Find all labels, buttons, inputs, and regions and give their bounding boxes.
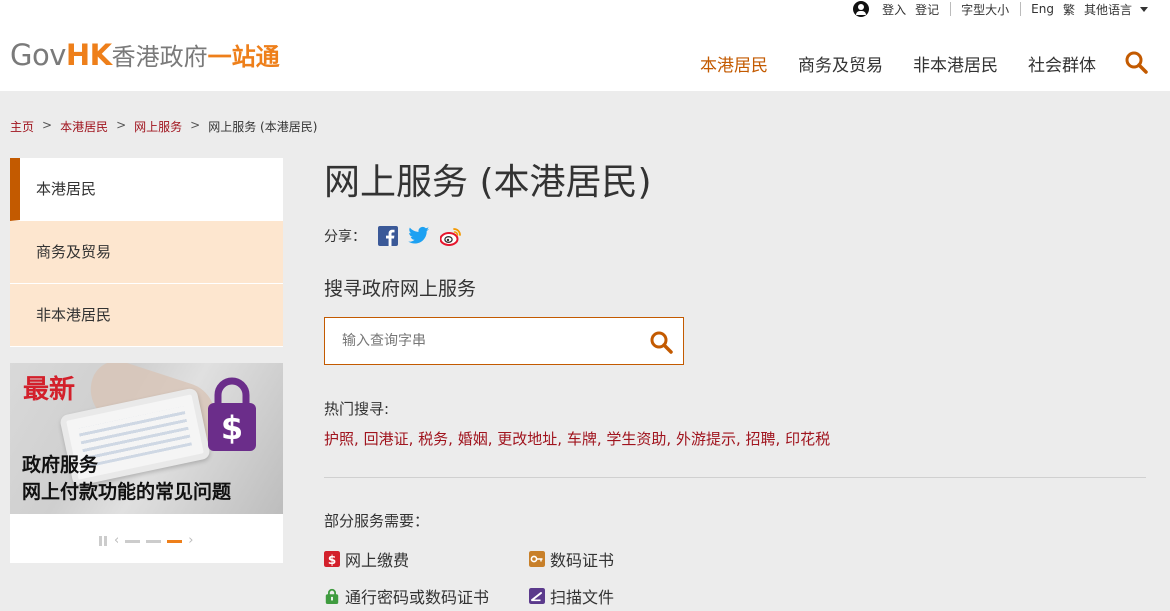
top-utility-bar: 登入 登记 字型大小 Eng 繁 其他语言 — [853, 0, 1148, 18]
section-divider — [324, 477, 1146, 478]
share-bar: 分享： — [324, 226, 462, 246]
main-nav: 本港居民 商务及贸易 非本港居民 社会群体 — [670, 51, 1096, 76]
chevron-down-icon[interactable] — [1140, 6, 1148, 12]
banner-line-1: 政府服务 — [22, 454, 99, 476]
breadcrumb-home[interactable]: 主页 — [10, 118, 34, 135]
requirement-item: 数码证书 — [529, 547, 614, 571]
breadcrumb-separator: > — [190, 118, 201, 132]
promo-banner: 最新 $ 政府服务 网上付款功能的常见问题 ‹ › — [10, 363, 283, 563]
carousel-dot[interactable] — [125, 539, 141, 543]
hot-search-link[interactable]: 税务 — [418, 430, 448, 448]
sidebar-item-residents[interactable]: 本港居民 — [10, 158, 283, 221]
banner-image[interactable]: 最新 $ 政府服务 网上付款功能的常见问题 — [10, 363, 283, 514]
key-icon — [529, 551, 545, 567]
lang-english-link[interactable]: Eng — [1031, 2, 1054, 16]
breadcrumb-current: 网上服务 (本港居民) — [208, 120, 318, 134]
hot-search-link[interactable]: 招聘 — [746, 430, 776, 448]
search-icon[interactable] — [649, 330, 673, 354]
site-header: 登入 登记 字型大小 Eng 繁 其他语言 GovHK香港政府一站通 本港居民 … — [0, 0, 1170, 91]
requirement-label: 通行密码或数码证书 — [345, 588, 490, 607]
weibo-icon[interactable] — [440, 226, 462, 246]
lock-icon — [325, 588, 339, 604]
requirements-label: 部分服务需要： — [324, 512, 430, 530]
logo-cn-text: 香港政府 — [111, 43, 208, 71]
chevron-right-icon[interactable]: › — [188, 534, 193, 547]
divider — [1020, 2, 1022, 16]
twitter-icon[interactable] — [408, 226, 430, 246]
lang-traditional-link[interactable]: 繁 — [1063, 1, 1075, 18]
padlock-dollar-icon: $ — [208, 377, 256, 451]
govhk-logo[interactable]: GovHK香港政府一站通 — [10, 38, 280, 74]
search-icon[interactable] — [1124, 50, 1148, 74]
payment-icon: $ — [324, 551, 340, 567]
sidebar-item-business[interactable]: 商务及贸易 — [10, 221, 283, 284]
hot-search-list: 护照, 回港证, 税务, 婚姻, 更改地址, 车牌, 学生资助, 外游提示, 招… — [324, 430, 831, 448]
pause-icon[interactable] — [99, 536, 107, 546]
hot-search-link[interactable]: 护照 — [324, 430, 354, 448]
carousel-dot-active[interactable] — [167, 539, 183, 543]
sidebar-item-non-residents[interactable]: 非本港居民 — [10, 284, 283, 347]
nav-non-residents[interactable]: 非本港居民 — [913, 51, 998, 76]
chevron-left-icon[interactable]: ‹ — [114, 534, 119, 547]
breadcrumb-residents[interactable]: 本港居民 — [60, 118, 108, 135]
logo-cn2-text: 一站通 — [207, 43, 280, 71]
scan-icon — [529, 588, 545, 604]
hot-search-link[interactable]: 更改地址 — [497, 430, 557, 448]
banner-caption: 政府服务 网上付款功能的常见问题 — [22, 452, 231, 506]
hot-search-link[interactable]: 车牌 — [567, 430, 597, 448]
svg-text:$: $ — [328, 553, 336, 567]
requirement-item: 扫描文件 — [529, 584, 614, 608]
banner-new-badge: 最新 — [23, 375, 76, 405]
register-link[interactable]: 登记 — [915, 1, 939, 18]
requirement-label: 扫描文件 — [550, 588, 615, 607]
hot-search-link[interactable]: 学生资助 — [606, 430, 666, 448]
requirement-item: $ 网上缴费 — [324, 547, 409, 571]
hot-search-link[interactable]: 婚姻 — [458, 430, 488, 448]
logo-hk-text: HK — [65, 38, 112, 72]
logo-gov-text: Gov — [10, 38, 66, 72]
banner-line-2: 网上付款功能的常见问题 — [22, 481, 232, 503]
breadcrumb-separator: > — [116, 118, 127, 132]
service-search-box — [324, 317, 684, 365]
nav-residents[interactable]: 本港居民 — [700, 51, 768, 76]
other-languages-link[interactable]: 其他语言 — [1084, 1, 1132, 18]
hot-search-label: 热门搜寻: — [324, 400, 390, 418]
login-link[interactable]: 登入 — [882, 1, 906, 18]
breadcrumb-separator: > — [42, 118, 53, 132]
hot-search-link[interactable]: 外游提示 — [676, 430, 736, 448]
nav-community[interactable]: 社会群体 — [1028, 51, 1096, 76]
carousel-controls: ‹ › — [99, 534, 196, 547]
font-size-link[interactable]: 字型大小 — [961, 1, 1009, 18]
facebook-icon[interactable] — [378, 226, 398, 246]
user-icon[interactable] — [853, 1, 870, 17]
lock-dollar-symbol: $ — [221, 409, 243, 447]
hot-search-link[interactable]: 印花税 — [785, 430, 830, 448]
breadcrumb-online-services[interactable]: 网上服务 — [134, 118, 182, 135]
search-input[interactable] — [325, 318, 635, 364]
requirement-label: 数码证书 — [550, 551, 615, 570]
sidebar-nav: 本港居民 商务及贸易 非本港居民 — [10, 158, 283, 347]
search-heading: 搜寻政府网上服务 — [324, 278, 477, 300]
page-title: 网上服务 (本港居民) — [324, 162, 652, 203]
requirement-label: 网上缴费 — [345, 551, 410, 570]
requirement-item: 通行密码或数码证书 — [324, 584, 489, 608]
carousel-dot[interactable] — [146, 539, 162, 543]
breadcrumb: 主页 > 本港居民 > 网上服务 > 网上服务 (本港居民) — [10, 118, 317, 135]
divider — [950, 2, 952, 16]
share-label: 分享： — [324, 229, 366, 245]
hot-search-link[interactable]: 回港证 — [364, 430, 409, 448]
nav-business[interactable]: 商务及贸易 — [798, 51, 883, 76]
